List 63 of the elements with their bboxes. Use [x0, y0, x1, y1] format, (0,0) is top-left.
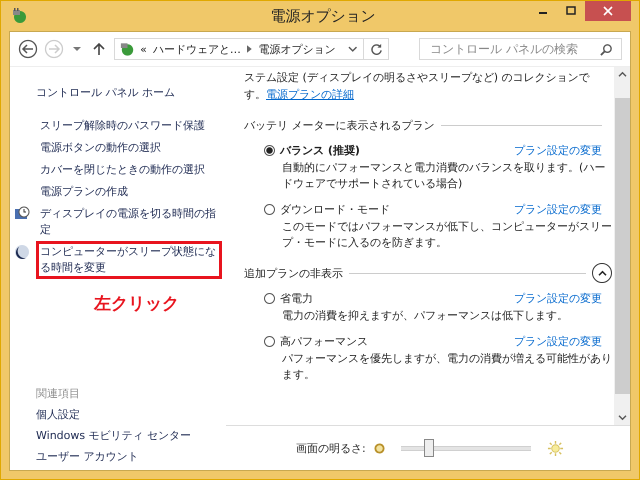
section-heading: 追加プランの非表示 — [244, 266, 343, 280]
brightness-label: 画面の明るさ: — [296, 440, 366, 456]
scroll-up-icon[interactable] — [618, 71, 626, 78]
refresh-icon[interactable] — [370, 42, 382, 56]
plan-description: パフォーマンスを優先しますが、電力の消費が増える可能性があります。 — [282, 351, 612, 383]
back-icon[interactable] — [18, 39, 38, 59]
plan-description: 自動的にパフォーマンスと電力消費のバランスを取ります。(ハードウェアでサポートされている場合) — [282, 160, 606, 192]
plan-name: バランス (推奨) — [280, 143, 360, 158]
clock-monitor-icon — [14, 206, 30, 222]
details-link[interactable]: 電源プランの詳細 — [266, 88, 354, 101]
annotation-text: 左クリック — [94, 293, 180, 315]
related-link[interactable]: Windows モビリティ センター — [36, 428, 226, 443]
radio-button[interactable] — [264, 204, 275, 215]
plan-settings-link[interactable]: プラン設定の変更 — [514, 334, 602, 349]
sidebar-link[interactable]: 電源プランの作成 — [36, 181, 222, 203]
sidebar-link[interactable]: ディスプレイの電源を切る時間の指定 — [36, 203, 222, 241]
radio-button[interactable] — [264, 145, 275, 156]
caret-icon[interactable] — [73, 46, 81, 52]
sidebar-link[interactable]: カバーを閉じたときの動作の選択 — [36, 159, 222, 181]
related-link[interactable]: 個人設定 — [36, 407, 226, 422]
plan-description: 電力の消費を抑えますが、パフォーマンスは低下します。 — [282, 308, 569, 324]
breadcrumb[interactable]: 電源オプション — [258, 42, 336, 56]
plan-settings-link[interactable]: プラン設定の変更 — [514, 143, 602, 158]
maximize-icon[interactable] — [566, 6, 576, 16]
related-link[interactable]: ユーザー アカウント — [36, 449, 226, 464]
dim-sun-icon — [374, 442, 385, 454]
power-plug-icon — [11, 8, 27, 24]
address-field[interactable]: « ハードウェアと… 電源オプション — [114, 38, 364, 60]
slider-thumb[interactable] — [424, 439, 434, 457]
plan-description: このモードではパフォーマンスが低下し、コンピューターがスリープ・モードに入るのを防ぎます。 — [282, 219, 612, 251]
collapse-button[interactable] — [592, 263, 612, 283]
search-field[interactable]: コントロール パネルの検索 — [419, 38, 622, 60]
moon-icon — [14, 244, 30, 260]
breadcrumb[interactable]: ハードウェアと… — [152, 42, 241, 56]
search-icon[interactable] — [600, 42, 613, 56]
sidebar-link[interactable]: コントロール パネル ホーム — [36, 85, 226, 100]
plan-name: ダウンロード・モード — [280, 202, 390, 217]
chevron-up-icon[interactable] — [598, 270, 606, 276]
plan-name: 省電力 — [280, 291, 313, 306]
close-icon[interactable] — [603, 6, 613, 16]
section-heading: バッテリ メーターに表示されるプラン — [244, 118, 434, 132]
intro-paragraph: ステム設定 (ディスプレイの明るさやスリープなど) のコレクションです。電源プランの詳細 — [244, 70, 591, 103]
up-arrow-icon[interactable] — [93, 42, 105, 56]
refresh-button[interactable] — [363, 38, 389, 60]
window-title: 電源オプション — [270, 6, 376, 26]
chevron-down-icon[interactable] — [348, 45, 357, 53]
plan-settings-link[interactable]: プラン設定の変更 — [514, 202, 602, 217]
scroll-down-icon[interactable] — [618, 414, 626, 421]
plan-name: 高パフォーマンス — [280, 334, 368, 349]
plan-settings-link[interactable]: プラン設定の変更 — [514, 291, 602, 306]
separator-arrow-icon[interactable] — [246, 45, 253, 53]
radio-button[interactable] — [264, 293, 275, 304]
radio-button[interactable] — [264, 336, 275, 347]
power-plug-icon — [119, 41, 134, 57]
related-heading: 関連項目 — [36, 386, 81, 401]
scrollbar[interactable] — [614, 67, 630, 425]
close-button[interactable] — [585, 1, 631, 21]
scrollbar-thumb[interactable] — [614, 98, 630, 394]
sidebar-link[interactable]: スリープ解除時のパスワード保護 — [36, 115, 222, 137]
bright-sun-icon — [546, 440, 564, 456]
sidebar-link[interactable]: 電源ボタンの動作の選択 — [36, 137, 222, 159]
sidebar-link[interactable]: コンピューターがスリープ状態になる時間を変更 — [36, 241, 222, 279]
overflow-chevrons[interactable]: « — [140, 42, 147, 56]
